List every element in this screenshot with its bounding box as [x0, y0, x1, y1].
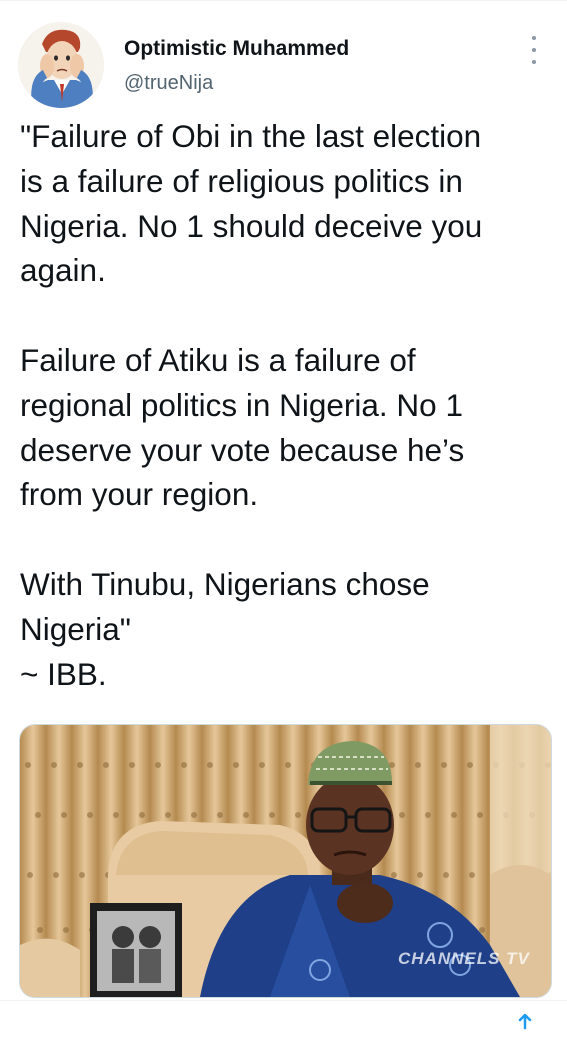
share-icon[interactable] — [516, 1013, 534, 1032]
tweet-line: Failure of Atiku is a failure of — [20, 341, 416, 378]
tweet-text: "Failure of Obi in the last election is … — [20, 114, 555, 696]
top-divider — [0, 0, 567, 1]
tweet-line: Nigeria" — [20, 610, 131, 647]
tweet-line: "Failure of Obi in the last election — [20, 118, 482, 154]
bottom-divider — [0, 1000, 567, 1001]
author-name[interactable]: Optimistic Muhammed — [124, 37, 349, 61]
tweet-line: ~ IBB. — [20, 655, 107, 692]
tweet-line: is a failure of religious politics in — [20, 162, 463, 199]
tweet-line: from your region. — [20, 476, 259, 513]
author-avatar[interactable] — [18, 22, 104, 108]
media-watermark: CHANNELS TV — [398, 949, 530, 968]
tweet-line: Nigeria. No 1 should deceive you — [20, 207, 483, 244]
tweet-line: deserve your vote because he’s — [20, 431, 465, 468]
tweet-line: regional politics in Nigeria. No 1 — [20, 386, 463, 423]
author-handle[interactable]: @trueNija — [124, 72, 213, 95]
tweet-line: With Tinubu, Nigerians chose — [20, 565, 430, 602]
tweet-media-image[interactable]: CHANNELS TV — [19, 724, 552, 998]
avatar-illustration — [18, 22, 104, 108]
tweet-line: again. — [20, 252, 106, 289]
more-options-icon[interactable] — [526, 36, 542, 64]
